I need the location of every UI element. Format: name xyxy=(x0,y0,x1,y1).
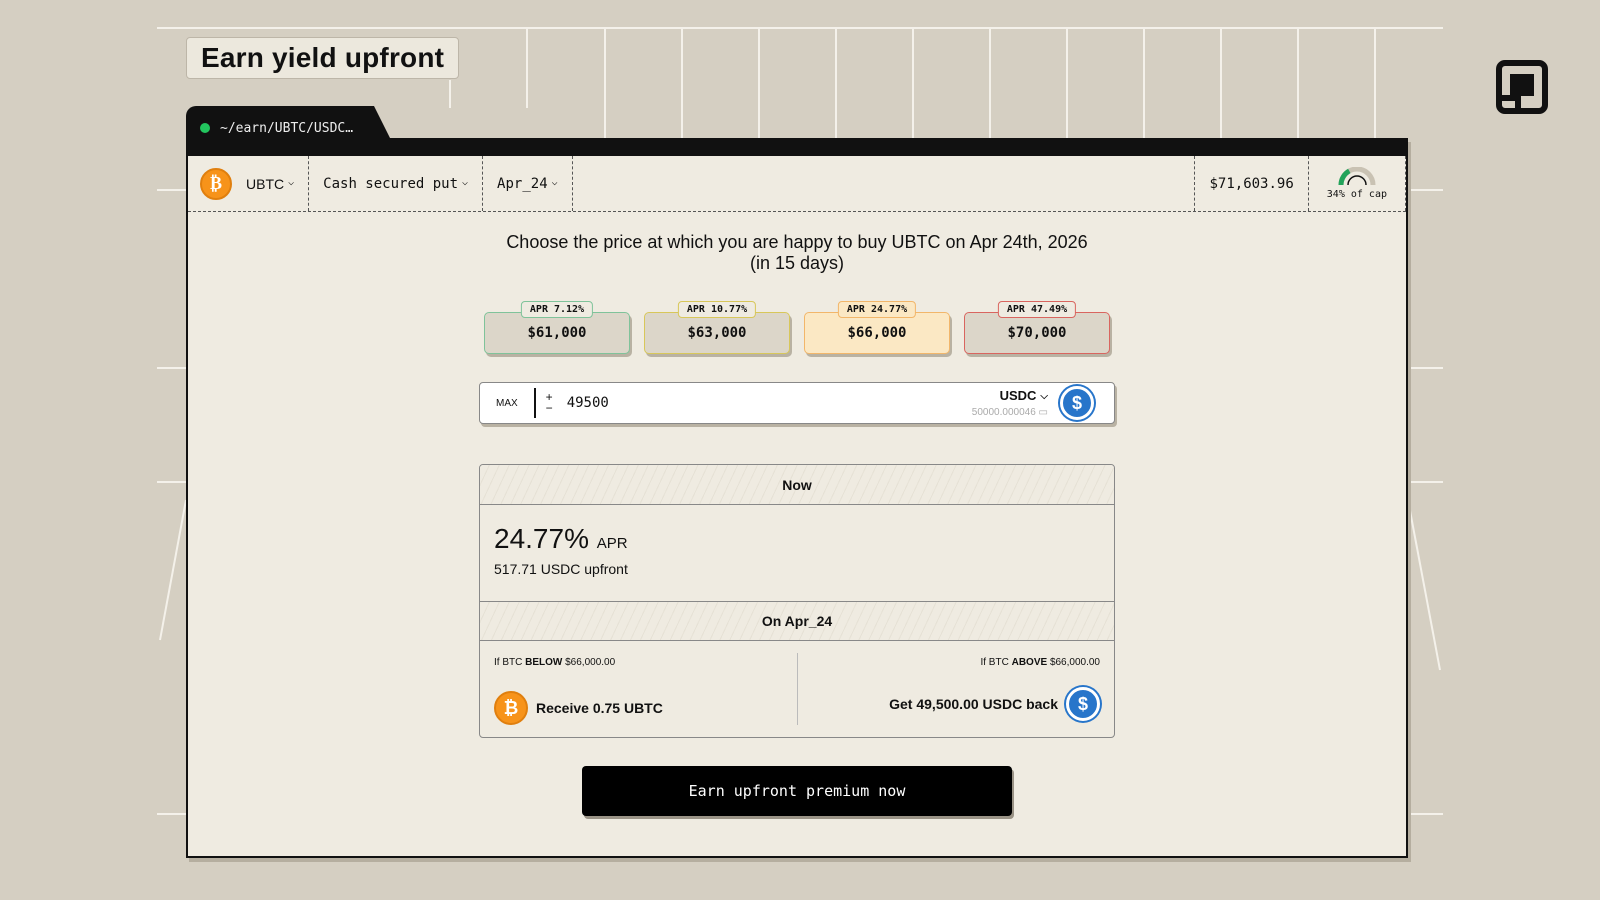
strike-price: $70,000 xyxy=(1007,325,1067,341)
outcome-above: If BTC ABOVE $66,000.00 Get 49,500.00 US… xyxy=(798,641,1115,737)
strike-option[interactable]: APR 7.12% $61,000 xyxy=(484,301,630,354)
brand-logo-icon[interactable] xyxy=(1496,60,1548,114)
strike-price: $63,000 xyxy=(687,325,747,341)
strategy-label: Cash secured put xyxy=(323,175,459,192)
gauge-icon xyxy=(1338,167,1376,186)
status-dot-icon xyxy=(200,123,210,133)
now-section: 24.77% APR 517.71 USDC upfront xyxy=(480,505,1114,601)
condition-below: If BTC BELOW $66,000.00 xyxy=(494,657,616,668)
expiry-header: On Apr_24 xyxy=(480,601,1114,641)
strike-option-selected[interactable]: APR 24.77% $66,000 xyxy=(804,301,950,354)
window-tab-path: ~/earn/UBTC/USDC… xyxy=(220,120,354,136)
outcome-below: If BTC BELOW $66,000.00 ₿ Receive 0.75 U… xyxy=(480,653,798,725)
condition-above: If BTC ABOVE $66,000.00 xyxy=(980,657,1100,668)
spot-price: $71,603.96 xyxy=(1194,156,1309,211)
usdc-icon: $ xyxy=(1060,386,1094,420)
usdc-icon: $ xyxy=(1066,687,1100,721)
chevron-down-icon: ⌵ xyxy=(462,177,469,188)
wallet-balance: 50000.000046 ▭ xyxy=(971,407,1048,418)
token-selector[interactable]: USDC ⌵ 50000.000046 ▭ xyxy=(972,388,1048,418)
cap-label: 34% of cap xyxy=(1326,189,1387,200)
strike-option[interactable]: APR 47.49% $70,000 xyxy=(964,301,1110,354)
result-below: ₿ Receive 0.75 UBTC xyxy=(494,691,783,725)
strike-option[interactable]: APR 10.77% $63,000 xyxy=(644,301,790,354)
strike-prompt-line1: Choose the price at which you are happy … xyxy=(506,232,1088,252)
strike-prompt: Choose the price at which you are happy … xyxy=(188,232,1406,274)
expiry-selector[interactable]: Apr_24 ⌵ xyxy=(483,156,573,211)
amount-input[interactable]: MAX + − 49500 USDC ⌵ 50000.000046 ▭ $ xyxy=(479,382,1115,424)
chevron-down-icon: ⌵ xyxy=(551,177,558,188)
page-title: Earn yield upfront xyxy=(186,37,460,79)
payoff-summary: Now 24.77% APR 517.71 USDC upfront On Ap… xyxy=(479,464,1115,738)
strategy-selector[interactable]: Cash secured put ⌵ xyxy=(309,156,484,211)
result-above: Get 49,500.00 USDC back $ xyxy=(889,687,1100,721)
max-button[interactable]: MAX xyxy=(480,388,536,418)
apr-value: 24.77% xyxy=(494,523,589,554)
window-topbar xyxy=(188,140,1406,156)
earn-premium-button[interactable]: Earn upfront premium now xyxy=(582,766,1012,816)
asset-label: UBTC xyxy=(246,175,285,192)
chevron-down-icon: ⌵ xyxy=(1040,391,1048,402)
toolbar: ₿ UBTC ⌵ Cash secured put ⌵ Apr_24 ⌵ $71… xyxy=(188,156,1406,212)
strike-price: $61,000 xyxy=(527,325,587,341)
decrement-button[interactable]: − xyxy=(546,402,553,414)
cap-gauge: 34% of cap xyxy=(1309,156,1406,211)
upfront-premium: 517.71 USDC upfront xyxy=(494,561,628,577)
strike-prompt-line2: (in 15 days) xyxy=(749,253,845,273)
asset-selector[interactable]: ₿ UBTC ⌵ xyxy=(188,156,310,211)
strike-price: $66,000 xyxy=(847,325,907,341)
expiry-label: Apr_24 xyxy=(497,175,548,192)
token-label: USDC ⌵ xyxy=(999,388,1048,403)
spot-price-value: $71,603.96 xyxy=(1209,175,1294,192)
amount-value[interactable]: 49500 xyxy=(563,395,972,411)
btc-icon: ₿ xyxy=(494,691,528,725)
btc-icon: ₿ xyxy=(200,167,232,200)
outcomes: If BTC BELOW $66,000.00 ₿ Receive 0.75 U… xyxy=(480,641,1114,737)
amount-stepper[interactable]: + − xyxy=(536,391,563,414)
now-header: Now xyxy=(480,465,1114,505)
strike-apr-tag: APR 24.77% xyxy=(837,301,917,318)
apr-label: APR xyxy=(596,535,628,552)
apr-display: 24.77% APR xyxy=(494,523,1100,555)
strike-apr-tag: APR 7.12% xyxy=(520,301,594,318)
chevron-down-icon: ⌵ xyxy=(288,177,295,188)
strike-options: APR 7.12% $61,000 APR 10.77% $63,000 APR… xyxy=(188,301,1406,354)
strike-apr-tag: APR 47.49% xyxy=(997,301,1077,318)
app-window: ₿ UBTC ⌵ Cash secured put ⌵ Apr_24 ⌵ $71… xyxy=(186,138,1408,858)
strike-apr-tag: APR 10.77% xyxy=(677,301,757,318)
